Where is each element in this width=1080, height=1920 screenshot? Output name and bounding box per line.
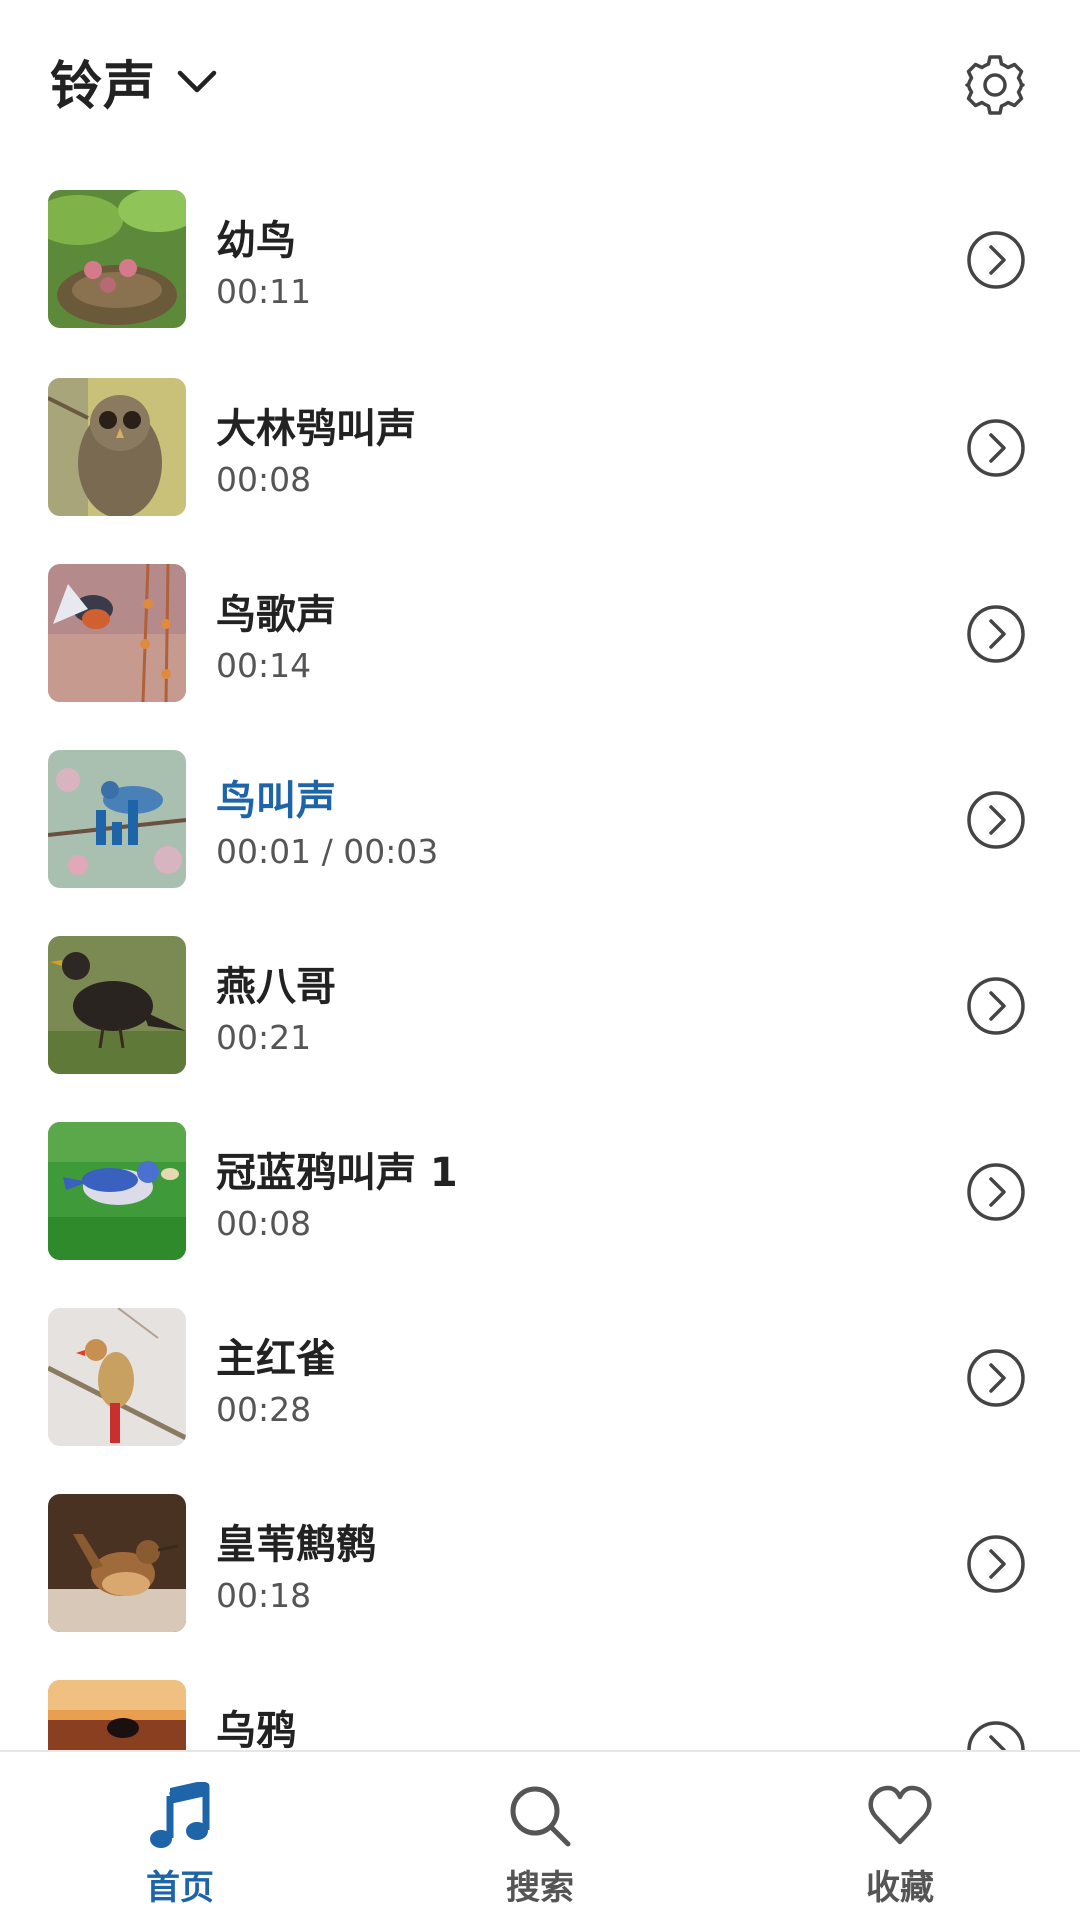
header: 铃声	[0, 0, 1080, 170]
item-title: 燕八哥	[216, 964, 336, 1010]
music-note-icon	[150, 1782, 210, 1848]
category-selector[interactable]: 铃声	[50, 46, 220, 117]
item-duration: 00:18	[216, 1576, 312, 1615]
thumbnail-image	[48, 1122, 186, 1260]
thumbnail-image	[48, 378, 186, 516]
item-duration: 00:11	[216, 272, 312, 311]
chevron-right-circle-icon[interactable]	[966, 1720, 1026, 1750]
list-item[interactable]: 幼鸟 00:11	[0, 190, 1080, 376]
page-title: 铃声	[50, 56, 157, 117]
list-item[interactable]: 乌鸦	[0, 1680, 1080, 1750]
nav-label-search: 搜索	[506, 1868, 574, 1908]
heart-icon	[868, 1785, 932, 1845]
list-item[interactable]: 燕八哥 00:21	[0, 936, 1080, 1122]
item-title: 鸟叫声	[216, 778, 336, 824]
item-title: 乌鸦	[216, 1708, 296, 1750]
gear-icon[interactable]	[963, 53, 1027, 117]
chevron-right-circle-icon[interactable]	[966, 790, 1026, 850]
chevron-right-circle-icon[interactable]	[966, 418, 1026, 478]
thumbnail-image	[48, 564, 186, 702]
thumbnail-image	[48, 750, 186, 888]
item-title: 幼鸟	[216, 218, 296, 264]
chevron-right-circle-icon[interactable]	[966, 230, 1026, 290]
chevron-right-circle-icon[interactable]	[966, 604, 1026, 664]
search-icon	[510, 1786, 571, 1847]
thumbnail-image	[48, 1680, 186, 1750]
item-duration: 00:14	[216, 646, 312, 685]
thumbnail-image	[48, 1494, 186, 1632]
item-duration: 00:21	[216, 1018, 312, 1057]
nav-item-search[interactable]: 搜索	[440, 1752, 640, 1920]
item-title: 鸟歌声	[216, 592, 336, 638]
item-title: 冠蓝鸦叫声 1	[216, 1150, 458, 1196]
item-title: 大林鸮叫声	[216, 406, 416, 452]
item-duration: 00:08	[216, 460, 312, 499]
nav-item-home[interactable]: 首页	[80, 1752, 280, 1920]
item-duration: 00:28	[216, 1390, 312, 1429]
app-screen: 铃声 幼鸟 00:11 大林鸮叫声 00:08 鸟歌声 00:14 鸟叫声 00…	[0, 0, 1080, 1920]
item-title: 皇苇鹪鹩	[216, 1522, 376, 1568]
chevron-right-circle-icon[interactable]	[966, 1348, 1026, 1408]
chevron-right-circle-icon[interactable]	[966, 1534, 1026, 1594]
item-duration: 00:08	[216, 1204, 312, 1243]
ringtone-list: 幼鸟 00:11 大林鸮叫声 00:08 鸟歌声 00:14 鸟叫声 00:01…	[0, 190, 1080, 1750]
nav-label-favorites: 收藏	[866, 1868, 934, 1908]
item-progress-time: 00:01 / 00:03	[216, 832, 439, 871]
chevron-right-circle-icon[interactable]	[966, 1162, 1026, 1222]
thumbnail-image	[48, 190, 186, 328]
chevron-down-icon	[177, 70, 217, 93]
chevron-right-circle-icon[interactable]	[966, 976, 1026, 1036]
nav-label-home: 首页	[146, 1868, 214, 1908]
item-title: 主红雀	[216, 1336, 336, 1382]
list-item[interactable]: 冠蓝鸦叫声 1 00:08	[0, 1122, 1080, 1308]
nav-item-favorites[interactable]: 收藏	[800, 1752, 1000, 1920]
list-item[interactable]: 大林鸮叫声 00:08	[0, 378, 1080, 564]
list-item-playing[interactable]: 鸟叫声 00:01 / 00:03	[0, 750, 1080, 936]
list-item[interactable]: 皇苇鹪鹩 00:18	[0, 1494, 1080, 1680]
thumbnail-image	[48, 936, 186, 1074]
thumbnail-image	[48, 1308, 186, 1446]
list-item[interactable]: 主红雀 00:28	[0, 1308, 1080, 1494]
list-item[interactable]: 鸟歌声 00:14	[0, 564, 1080, 750]
bottom-nav: 首页 搜索 收藏	[0, 1750, 1080, 1920]
